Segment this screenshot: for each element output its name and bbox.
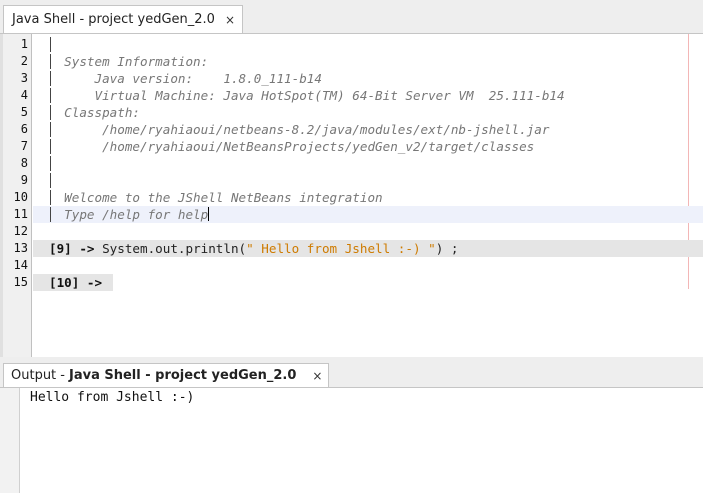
code-text: Welcome to the JShell NetBeans integrati… [49, 190, 383, 205]
close-icon[interactable]: × [312, 369, 322, 383]
line-number: 6 [20, 122, 28, 136]
code-line[interactable]: [10] -> [33, 274, 113, 291]
line-number: 2 [20, 54, 28, 68]
output-block-marker [50, 207, 51, 222]
code-line[interactable]: Type /help for help [33, 206, 703, 223]
code-line[interactable]: Virtual Machine: Java HotSpot(TM) 64-Bit… [33, 87, 565, 104]
line-number: 9 [20, 173, 28, 187]
code-line[interactable]: /home/ryahiaoui/netbeans-8.2/java/module… [33, 121, 549, 138]
code-text: ) ; [435, 241, 459, 256]
line-number: 8 [20, 156, 28, 170]
line-number: 3 [20, 71, 28, 85]
code-text: /home/ryahiaoui/NetBeansProjects/yedGen_… [49, 139, 535, 154]
line-number: 5 [20, 105, 28, 119]
line-number: 13 [13, 241, 28, 255]
code-line[interactable]: System Information: [33, 53, 208, 70]
output-panel[interactable]: Hello from Jshell :-) [0, 388, 703, 493]
code-line[interactable] [33, 257, 49, 274]
output-block-marker [50, 54, 51, 69]
line-number: 11 [13, 207, 28, 221]
output-block-marker [50, 122, 51, 137]
code-text: Virtual Machine: Java HotSpot(TM) 64-Bit… [49, 88, 565, 103]
code-line[interactable]: /home/ryahiaoui/NetBeansProjects/yedGen_… [33, 138, 534, 155]
string-literal: " Hello from Jshell :-) " [246, 241, 436, 256]
code-line[interactable]: [9] -> System.out.println(" Hello from J… [33, 240, 703, 257]
line-number: 15 [13, 275, 28, 289]
output-tab-prefix: Output - [11, 368, 65, 383]
output-tab-strip: Output - Java Shell - project yedGen_2.0… [0, 362, 703, 388]
code-line[interactable]: Java version: 1.8.0_111-b14 [33, 70, 322, 87]
code-text: Classpath: [49, 105, 140, 120]
output-gutter [0, 388, 20, 493]
editor-tab-title: Java Shell - project yedGen_2.0 [12, 12, 215, 27]
output-tab-title: Java Shell - project yedGen_2.0 [68, 368, 297, 383]
code-line[interactable] [33, 36, 51, 53]
text-caret [208, 207, 210, 221]
output-tab[interactable]: Output - Java Shell - project yedGen_2.0… [3, 363, 330, 387]
line-number: 12 [13, 224, 28, 238]
code-text: Type /help for help [49, 207, 209, 222]
output-block-marker [50, 190, 51, 205]
code-text: System.out.println( [102, 241, 247, 256]
close-icon[interactable]: × [225, 13, 235, 27]
output-block-marker [50, 139, 51, 154]
output-text: Hello from Jshell :-) [30, 390, 195, 405]
code-text: /home/ryahiaoui/netbeans-8.2/java/module… [49, 122, 550, 137]
editor-tab[interactable]: Java Shell - project yedGen_2.0 × [3, 5, 244, 33]
editor-tab-strip: Java Shell - project yedGen_2.0 × [0, 0, 703, 34]
jshell-editor[interactable]: 1 2 3 4 5 6 7 8 9 10 11 12 13 14 15 System Information… [0, 34, 703, 358]
shell-prompt: [9] -> [49, 241, 103, 256]
output-block-marker [50, 88, 51, 103]
line-number: 14 [13, 258, 28, 272]
output-block-marker [50, 105, 51, 120]
code-line[interactable] [33, 223, 49, 240]
code-text: Java version: 1.8.0_111-b14 [49, 71, 322, 86]
shell-prompt: [10] -> [49, 275, 110, 290]
code-line[interactable] [33, 155, 51, 172]
code-text: System Information: [49, 54, 209, 69]
output-block-marker [50, 71, 51, 86]
code-line[interactable]: Welcome to the JShell NetBeans integrati… [33, 189, 383, 206]
line-number: 10 [13, 190, 28, 204]
line-number: 1 [20, 37, 28, 51]
output-block-marker [50, 37, 51, 52]
code-line[interactable] [33, 172, 51, 189]
code-line[interactable]: Classpath: [33, 104, 140, 121]
line-number: 4 [20, 88, 28, 102]
line-number-gutter: 1 2 3 4 5 6 7 8 9 10 11 12 13 14 15 [3, 34, 32, 357]
output-block-marker [50, 156, 51, 171]
line-number: 7 [20, 139, 28, 153]
output-block-marker [50, 173, 51, 188]
